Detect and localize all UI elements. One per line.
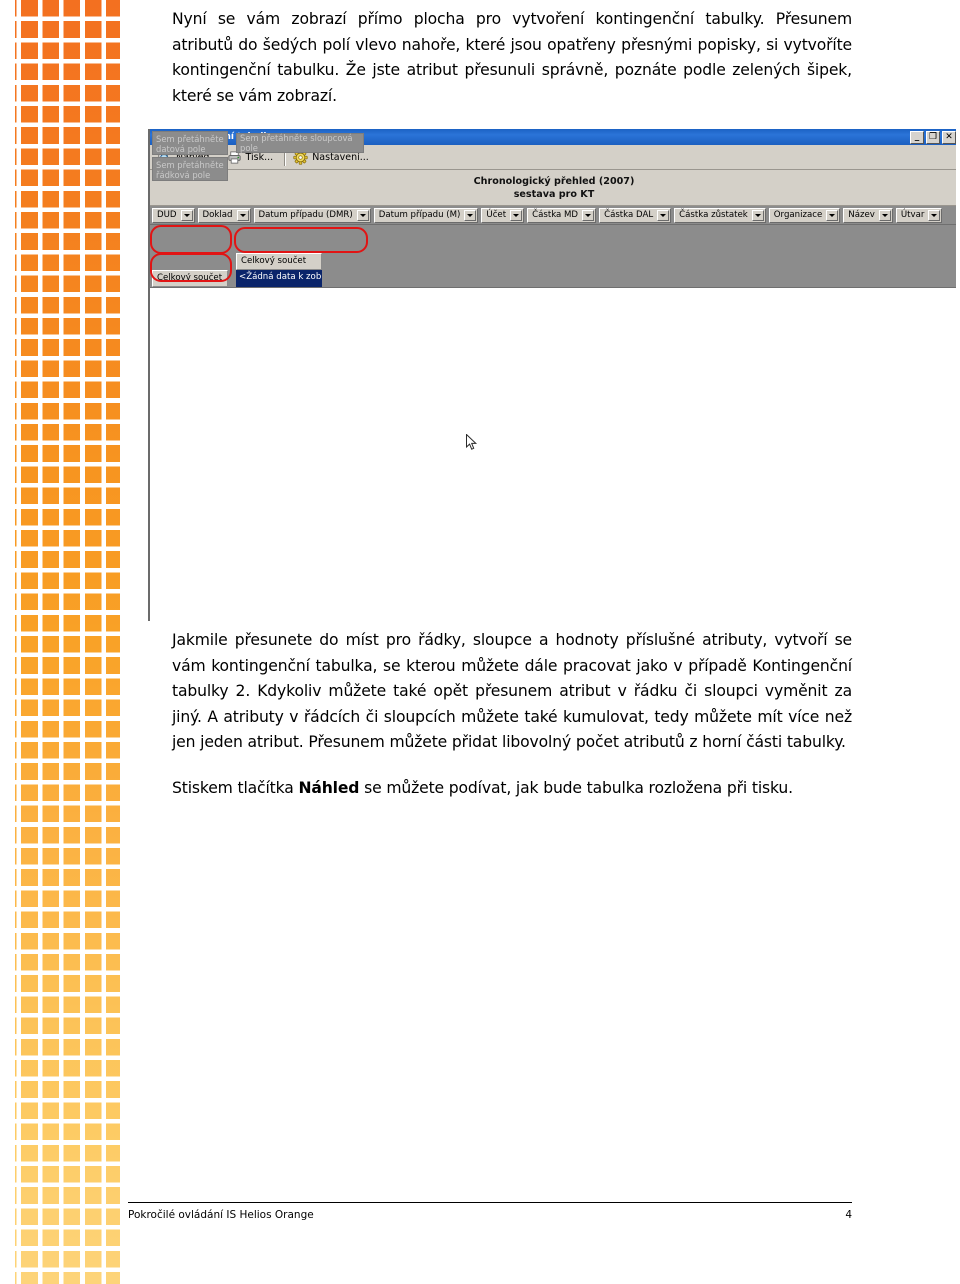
close-button[interactable]: ✕ xyxy=(942,130,956,144)
field-button-castka-md[interactable]: Částka MD xyxy=(527,207,597,223)
footer-document-title: Pokročilé ovládání IS Helios Orange xyxy=(128,1209,314,1221)
window-controls: _ ❐ ✕ xyxy=(910,130,956,144)
chevron-down-icon[interactable] xyxy=(826,209,839,221)
chevron-down-icon[interactable] xyxy=(657,209,670,221)
minimize-button[interactable]: _ xyxy=(910,130,924,144)
report-title-line2: sestava pro KT xyxy=(513,188,595,200)
pivot-empty-canvas xyxy=(150,288,956,621)
embedded-app-screenshot: ſſ Kontingenční tabulka _ ❐ ✕ Náhled... xyxy=(148,129,956,621)
field-button-nazev[interactable]: Název xyxy=(843,207,893,223)
field-button-dud[interactable]: DUD xyxy=(152,207,195,223)
field-label-datum-pripadu-dmr: Datum případu (DMR) xyxy=(258,210,353,220)
tip-prefix-text: Stiskem tlačítka xyxy=(172,778,299,797)
chevron-down-icon[interactable] xyxy=(928,209,941,221)
field-label-ucet: Účet xyxy=(486,210,507,220)
field-label-organizace: Organizace xyxy=(773,210,823,220)
field-button-organizace[interactable]: Organizace xyxy=(768,207,841,223)
grid-cell-row-grand-total: Celkový součet xyxy=(152,270,228,287)
toolbar-label-tisk: Tisk... xyxy=(245,151,274,163)
paragraph-body: Jakmile přesunete do míst pro řádky, slo… xyxy=(172,631,852,751)
mouse-cursor-icon xyxy=(466,433,478,452)
tip-suffix-text: se můžete podívat, jak bude tabulka rozl… xyxy=(359,778,793,797)
field-button-doklad[interactable]: Doklad xyxy=(197,207,251,223)
field-button-ucet[interactable]: Účet xyxy=(481,207,525,223)
field-label-nazev: Název xyxy=(848,210,875,220)
chevron-down-icon[interactable] xyxy=(356,209,369,221)
footer-page-number: 4 xyxy=(845,1209,852,1221)
grid-cell-no-data-message: <Žádná data k zobra xyxy=(236,270,322,287)
restore-button[interactable]: ❐ xyxy=(926,130,940,144)
chevron-down-icon[interactable] xyxy=(751,209,764,221)
sidebar-left-margin xyxy=(0,0,15,1284)
chevron-down-icon[interactable] xyxy=(510,209,523,221)
chevron-down-icon[interactable] xyxy=(878,209,891,221)
chevron-down-icon[interactable] xyxy=(582,209,595,221)
sidebar-right-margin xyxy=(120,0,124,1284)
report-header-band: Chronologický přehled (2007) sestava pro… xyxy=(150,170,956,206)
field-label-doklad: Doklad xyxy=(202,210,233,220)
field-label-dud: DUD xyxy=(157,210,177,220)
sidebar-grid-lines xyxy=(0,0,124,1284)
field-label-castka-dal: Částka DAL xyxy=(604,210,654,220)
grid-cell-column-grand-total: Celkový součet xyxy=(236,253,322,270)
orange-grid-sidebar xyxy=(0,0,124,1284)
paragraph-intro: Nyní se vám zobrazí přímo plocha pro vyt… xyxy=(172,10,852,105)
field-button-utvar[interactable]: Útvar xyxy=(895,207,943,223)
drop-zone-data-fields[interactable]: Sem přetáhněte datová pole xyxy=(152,131,228,155)
page-footer: Pokročilé ovládání IS Helios Orange 4 xyxy=(128,1202,852,1221)
field-button-castka-zustatek[interactable]: Částka zůstatek xyxy=(674,207,766,223)
paragraph-tip: Stiskem tlačítka Náhled se můžete podíva… xyxy=(172,756,852,802)
chevron-down-icon[interactable] xyxy=(464,209,477,221)
field-button-castka-dal[interactable]: Částka DAL xyxy=(599,207,672,223)
field-label-utvar: Útvar xyxy=(900,210,925,220)
tip-bold-náhled: Náhled xyxy=(298,778,360,797)
field-label-datum-pripadu-m: Datum případu (M) xyxy=(378,210,461,220)
field-label-castka-md: Částka MD xyxy=(532,210,579,220)
field-label-castka-zustatek: Částka zůstatek xyxy=(679,210,748,220)
chevron-down-icon[interactable] xyxy=(236,209,249,221)
chevron-down-icon[interactable] xyxy=(180,209,193,221)
report-title-line1: Chronologický přehled (2007) xyxy=(473,175,635,187)
field-button-datum-pripadu-dmr[interactable]: Datum případu (DMR) xyxy=(253,207,371,223)
toolbar-label-nastaveni: Nastavení... xyxy=(312,151,369,163)
drop-zone-column-fields[interactable]: Sem přetáhněte sloupcová pole xyxy=(236,133,364,153)
drop-zone-row-fields[interactable]: Sem přetáhněte řádková pole xyxy=(152,157,228,181)
pivot-field-button-row: DUD Doklad Datum případu (DMR) Datum pří… xyxy=(150,206,956,225)
field-button-datum-pripadu-m[interactable]: Datum případu (M) xyxy=(373,207,479,223)
